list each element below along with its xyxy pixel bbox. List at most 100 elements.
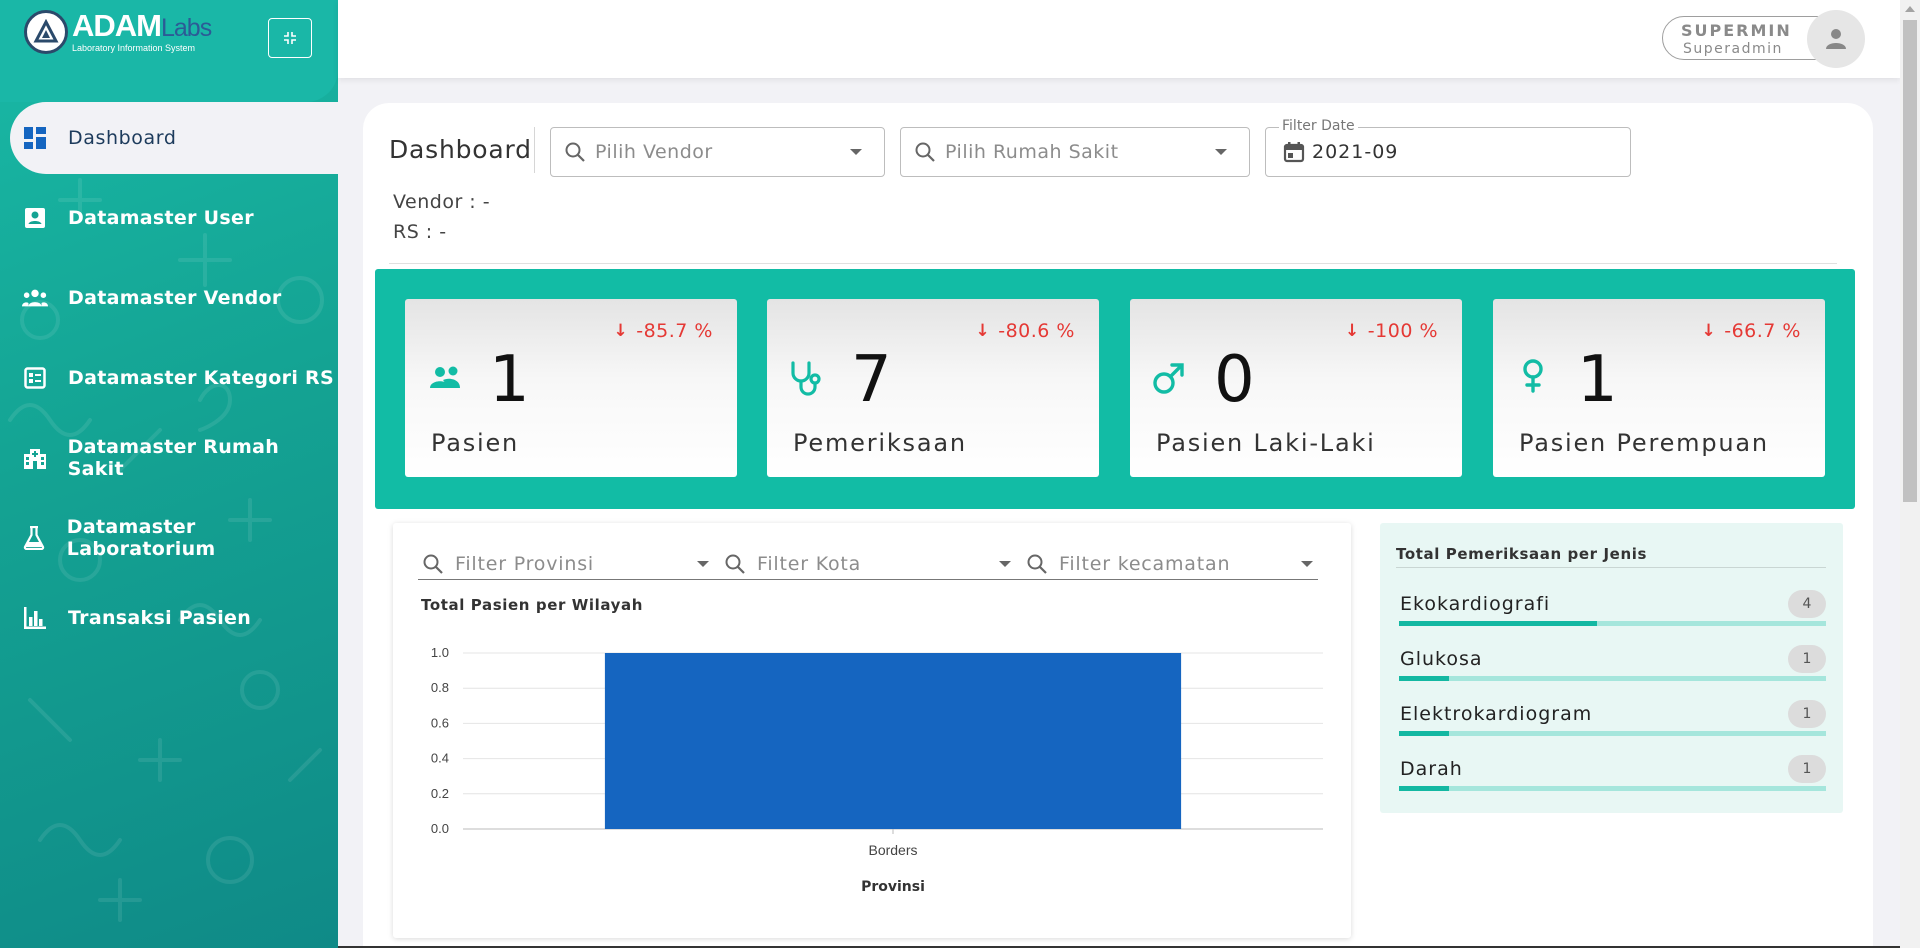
vendor-select[interactable]: Pilih Vendor <box>550 127 885 177</box>
sidebar-item-transaksi-pasien[interactable]: Transaksi Pasien <box>0 588 338 648</box>
logo-subtitle: Laboratory Information System <box>72 43 196 53</box>
topbar: SUPERMIN Superadmin <box>338 0 1900 78</box>
progress-fill <box>1399 621 1598 626</box>
stat-label: Pasien <box>431 429 520 457</box>
sidebar: ADAMLabs Laboratory Information System D… <box>0 0 338 948</box>
filter-date-field[interactable]: Filter Date 2021-09 <box>1265 118 1631 177</box>
stat-label: Pasien Laki-Laki <box>1156 429 1376 457</box>
sidebar-item-label: Datamaster Laboratorium <box>66 516 216 560</box>
collapse-sidebar-button[interactable] <box>268 18 312 58</box>
y-tick-label: 0.0 <box>431 821 449 836</box>
pemeriksaan-item: Elektrokardiogram 1 <box>1399 700 1826 743</box>
male-icon <box>1153 363 1184 394</box>
bar-chart-icon <box>22 605 48 631</box>
pemeriksaan-count-badge: 1 <box>1788 700 1826 728</box>
y-tick-label: 0.6 <box>431 715 449 730</box>
sidebar-header: ADAMLabs Laboratory Information System <box>0 0 338 102</box>
pemeriksaan-name: Ekokardiografi <box>1400 593 1551 615</box>
sidebar-item-datamaster-rumah-sakit[interactable]: Datamaster Rumah Sakit <box>0 428 338 488</box>
y-tick-label: 1.0 <box>431 645 449 660</box>
logo-mark-icon <box>24 10 68 54</box>
stat-value: 0 <box>1214 343 1255 417</box>
stat-card-pasien: ↓ -85.7 % 1 Pasien <box>405 299 737 477</box>
stat-card-pasien-perempuan: ↓ -66.7 % 1 Pasien Perempuan <box>1493 299 1825 477</box>
collapse-icon <box>284 32 296 44</box>
sidebar-item-dashboard[interactable]: Dashboard <box>0 108 338 168</box>
sidebar-item-label: Transaksi Pasien <box>68 607 252 629</box>
chart-bar[interactable] <box>604 653 1182 829</box>
filter-date-label: Filter Date <box>1279 118 1358 134</box>
avatar[interactable] <box>1807 10 1865 68</box>
rumah-sakit-select[interactable]: Pilih Rumah Sakit <box>900 127 1250 177</box>
pemeriksaan-per-jenis-panel: Total Pemeriksaan per Jenis Ekokardiogra… <box>1380 523 1843 813</box>
user-menu[interactable]: SUPERMIN Superadmin <box>1662 10 1865 68</box>
progress-track <box>1399 621 1826 626</box>
arrow-down-icon: ↓ <box>613 321 629 341</box>
stat-label: Pasien Perempuan <box>1519 429 1769 457</box>
chart-card: Filter Provinsi Filter Kota Filter kecam… <box>393 523 1351 938</box>
flask-icon <box>22 525 47 551</box>
pemeriksaan-count-badge: 1 <box>1788 755 1826 783</box>
arrow-down-icon: ↓ <box>975 321 991 341</box>
panel-divider <box>1396 567 1826 568</box>
stat-change-value: -80.6 % <box>998 320 1075 342</box>
stat-change: ↓ -100 % <box>1345 320 1438 342</box>
stat-card-pemeriksaan: ↓ -80.6 % 7 Pemeriksaan <box>767 299 1099 477</box>
rumah-sakit-select-placeholder: Pilih Rumah Sakit <box>945 141 1119 163</box>
arrow-down-icon: ↓ <box>1701 321 1717 341</box>
stat-change: ↓ -80.6 % <box>975 320 1075 342</box>
pemeriksaan-item: Glukosa 1 <box>1399 645 1826 688</box>
logo[interactable]: ADAMLabs Laboratory Information System <box>24 10 212 54</box>
stat-change-value: -85.7 % <box>636 320 713 342</box>
stat-change: ↓ -66.7 % <box>1701 320 1801 342</box>
search-icon <box>565 142 585 162</box>
user-role: Superadmin <box>1683 41 1783 57</box>
pemeriksaan-name: Glukosa <box>1400 648 1483 670</box>
logo-text: ADAMLabs Laboratory Information System <box>72 10 212 53</box>
sidebar-item-label: Datamaster Kategori RS <box>68 367 334 389</box>
pemeriksaan-name: Darah <box>1400 758 1463 780</box>
sidebar-item-label: Datamaster Vendor <box>68 287 282 309</box>
vendor-info: Vendor : - <box>393 191 491 213</box>
chevron-down-icon <box>1215 149 1227 155</box>
stat-change-value: -66.7 % <box>1724 320 1801 342</box>
progress-track <box>1399 786 1826 791</box>
x-tick-label: Borders <box>868 842 917 858</box>
pemeriksaan-item: Ekokardiografi 4 <box>1399 590 1826 633</box>
female-icon <box>1523 359 1543 393</box>
title-divider <box>534 127 535 173</box>
page-title: Dashboard <box>389 135 532 164</box>
user-name: SUPERMIN <box>1681 21 1792 40</box>
scroll-thumb[interactable] <box>1903 20 1917 502</box>
dashboard-icon <box>22 125 48 151</box>
sidebar-item-datamaster-kategori-rs[interactable]: Datamaster Kategori RS <box>0 348 338 408</box>
sidebar-item-datamaster-user[interactable]: Datamaster User <box>0 188 338 248</box>
filter-date-value: 2021-09 <box>1312 141 1399 163</box>
x-axis-label: Provinsi <box>861 879 925 895</box>
rs-info: RS : - <box>393 221 447 243</box>
pemeriksaan-count-badge: 1 <box>1788 645 1826 673</box>
stats-band: ↓ -85.7 % 1 Pasien ↓ -80.6 % 7 Pemeriksaan… <box>375 269 1855 509</box>
stat-change-value: -100 % <box>1367 320 1438 342</box>
person-icon <box>1826 29 1846 49</box>
stat-card-pasien-laki-laki: ↓ -100 % 0 Pasien Laki-Laki <box>1130 299 1462 477</box>
calendar-icon <box>1283 142 1305 163</box>
y-tick-label: 0.8 <box>431 680 449 695</box>
user-card-icon <box>22 205 48 231</box>
sidebar-item-label: Datamaster Rumah Sakit <box>67 436 280 480</box>
sidebar-item-datamaster-laboratorium[interactable]: Datamaster Laboratorium <box>0 508 338 568</box>
arrow-down-icon: ↓ <box>1345 321 1360 341</box>
people-icon <box>430 366 460 388</box>
sidebar-item-datamaster-vendor[interactable]: Datamaster Vendor <box>0 268 338 328</box>
search-icon <box>915 142 935 162</box>
stat-change: ↓ -85.7 % <box>613 320 713 342</box>
progress-fill <box>1399 676 1449 681</box>
pemeriksaan-item: Darah 1 <box>1399 755 1826 798</box>
sidebar-item-label: Dashboard <box>68 127 177 149</box>
y-tick-label: 0.4 <box>431 751 449 766</box>
logo-name: ADAMLabs <box>72 10 212 43</box>
scroll-up-arrow-icon[interactable] <box>1905 6 1915 12</box>
group-icon <box>22 285 48 311</box>
stat-value: 7 <box>851 343 892 417</box>
page-scrollbar[interactable] <box>1900 0 1920 948</box>
